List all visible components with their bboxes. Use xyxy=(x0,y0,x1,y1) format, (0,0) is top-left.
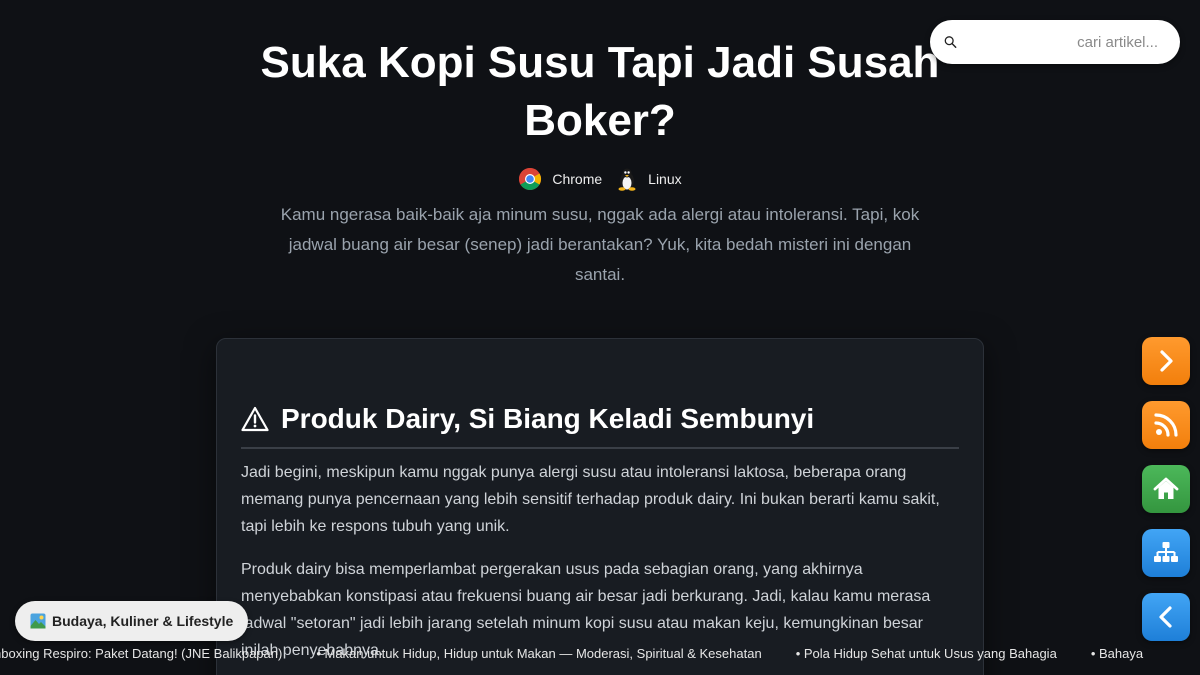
home-button[interactable] xyxy=(1142,465,1190,513)
ticker-item[interactable]: • Pola Hidup Sehat untuk Usus yang Bahag… xyxy=(796,646,1057,661)
category-label: Budaya, Kuliner & Lifestyle xyxy=(52,613,234,629)
sitemap-icon xyxy=(1154,542,1178,562)
chrome-icon xyxy=(519,168,542,190)
search-bar[interactable] xyxy=(930,20,1180,64)
chevron-right-icon xyxy=(1160,350,1173,372)
category-badge[interactable]: Budaya, Kuliner & Lifestyle xyxy=(15,601,249,641)
browser-info: Chrome xyxy=(518,167,602,191)
page-title: Suka Kopi Susu Tapi Jadi Susah Boker? xyxy=(260,38,940,145)
ticker-item[interactable]: • Bahaya xyxy=(1091,646,1143,661)
ticker-item[interactable]: nboxing Respiro: Paket Datang! (JNE Bali… xyxy=(0,646,282,661)
warning-triangle-icon xyxy=(241,406,269,432)
ticker-track: nboxing Respiro: Paket Datang! (JNE Bali… xyxy=(0,646,1143,661)
section-heading: Produk Dairy, Si Biang Keladi Sembunyi xyxy=(241,403,959,449)
article-lead: Kamu ngerasa baik-baik aja minum susu, n… xyxy=(280,205,920,284)
search-icon[interactable] xyxy=(944,32,957,52)
sitemap-button[interactable] xyxy=(1142,529,1190,577)
next-article-button[interactable] xyxy=(1142,337,1190,385)
landscape-picture-icon xyxy=(30,613,46,629)
home-icon xyxy=(1153,477,1179,499)
browser-label: Chrome xyxy=(552,171,603,187)
rss-feed-button[interactable] xyxy=(1142,401,1190,449)
os-label: Linux xyxy=(648,171,682,187)
section-title: Produk Dairy, Si Biang Keladi Sembunyi xyxy=(281,403,815,434)
article-paragraph: Jadi begini, meskipun kamu nggak punya a… xyxy=(241,464,940,535)
search-input[interactable] xyxy=(957,21,1160,63)
article-card: Produk Dairy, Si Biang Keladi Sembunyi J… xyxy=(216,338,984,675)
previous-article-button[interactable] xyxy=(1142,593,1190,641)
rss-icon xyxy=(1154,413,1178,437)
chevron-left-icon xyxy=(1159,606,1172,628)
ticker-item[interactable]: • Makan untuk Hidup, Hidup untuk Makan —… xyxy=(316,646,761,661)
environment-info: Chrome Linux xyxy=(0,167,1200,191)
os-info: Linux xyxy=(616,167,682,191)
article-page: Suka Kopi Susu Tapi Jadi Susah Boker? Ch… xyxy=(0,0,1200,675)
news-ticker: nboxing Respiro: Paket Datang! (JNE Bali… xyxy=(0,644,1200,666)
linux-tux-icon xyxy=(618,168,636,191)
